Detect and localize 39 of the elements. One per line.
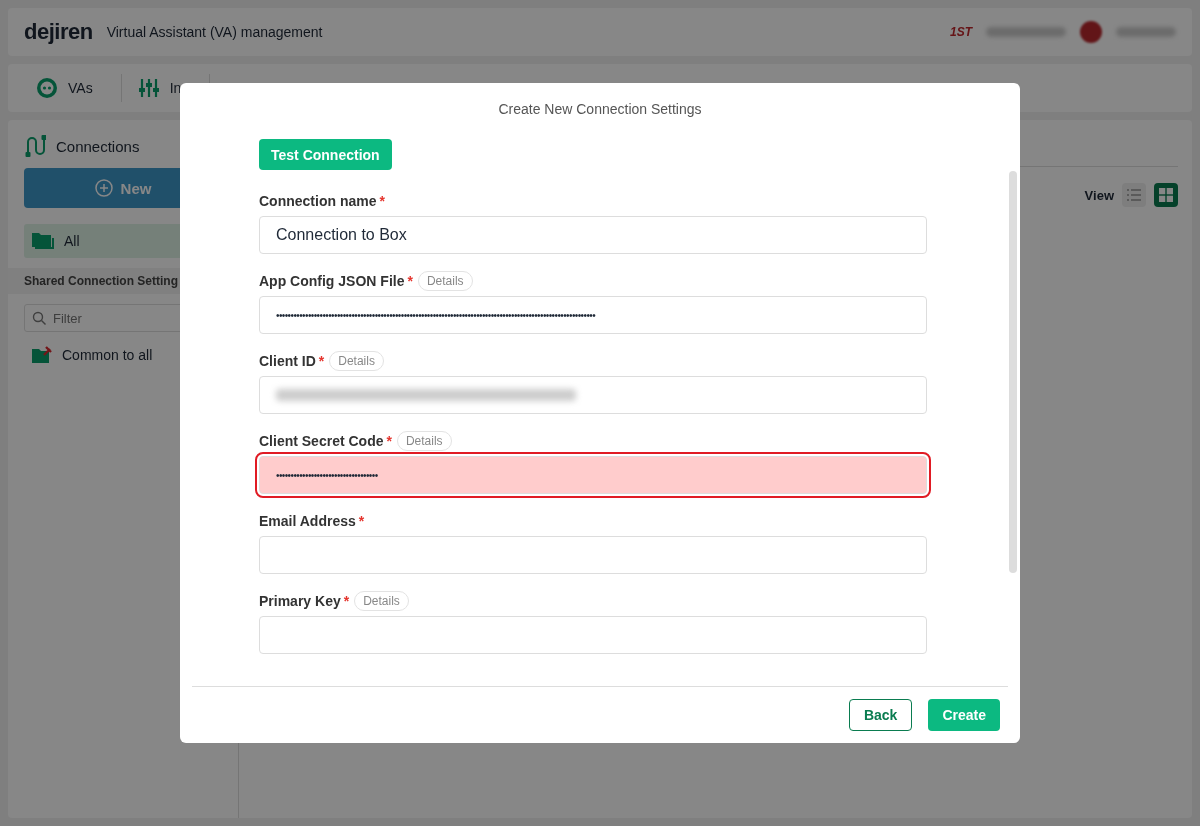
dialog-title: Create New Connection Settings (497, 100, 703, 119)
field-label: Email Address (259, 513, 356, 529)
field-label: Client ID (259, 353, 316, 369)
list-view-icon[interactable] (1122, 183, 1146, 207)
plus-circle-icon (94, 179, 113, 197)
logo: dejiren (24, 19, 93, 45)
badge-logo: 1ST (950, 25, 972, 39)
create-button[interactable]: Create (928, 699, 1000, 731)
grid-view-icon[interactable] (1154, 183, 1178, 207)
input-field[interactable] (259, 376, 927, 414)
back-button[interactable]: Back (848, 699, 913, 731)
field-label: Connection name (259, 193, 377, 209)
folder-icon (32, 232, 54, 250)
required-mark: * (343, 593, 350, 609)
required-mark: * (318, 353, 325, 369)
field-label: Client Secret Code (259, 433, 384, 449)
pinned-folder-icon (32, 346, 52, 364)
field-label: Primary Key (259, 593, 341, 609)
view-label: View (1084, 187, 1114, 203)
nav-tab[interactable]: VAs (20, 74, 122, 102)
input-field[interactable] (259, 616, 927, 654)
input-field[interactable] (259, 536, 927, 574)
avatar-icon[interactable] (1080, 21, 1102, 43)
required-mark: * (358, 513, 365, 529)
blurred-username (1116, 27, 1176, 37)
robot-face-icon (36, 77, 58, 99)
scrollbar[interactable] (1009, 171, 1017, 573)
cable-icon (24, 134, 46, 158)
input-field[interactable]: Connection to Box (259, 216, 927, 254)
required-mark: * (379, 193, 385, 209)
sliders-icon (137, 77, 160, 99)
sidebar-title: Connections (56, 137, 140, 155)
required-mark: * (407, 273, 413, 289)
app-title: Virtual Assistant (VA) management (106, 24, 323, 40)
test-connection-button[interactable]: Test Connection (259, 139, 392, 170)
required-mark: * (386, 433, 392, 449)
field-label: App Config JSON File (259, 273, 405, 289)
shared-item[interactable]: Common to all (8, 342, 238, 368)
input-field[interactable]: •••••••••••••••••••••••••••••••••••••••••••••••••••••••••••••••••••••••••••••••••••••••••••••••••••••••••••••• (259, 296, 927, 334)
